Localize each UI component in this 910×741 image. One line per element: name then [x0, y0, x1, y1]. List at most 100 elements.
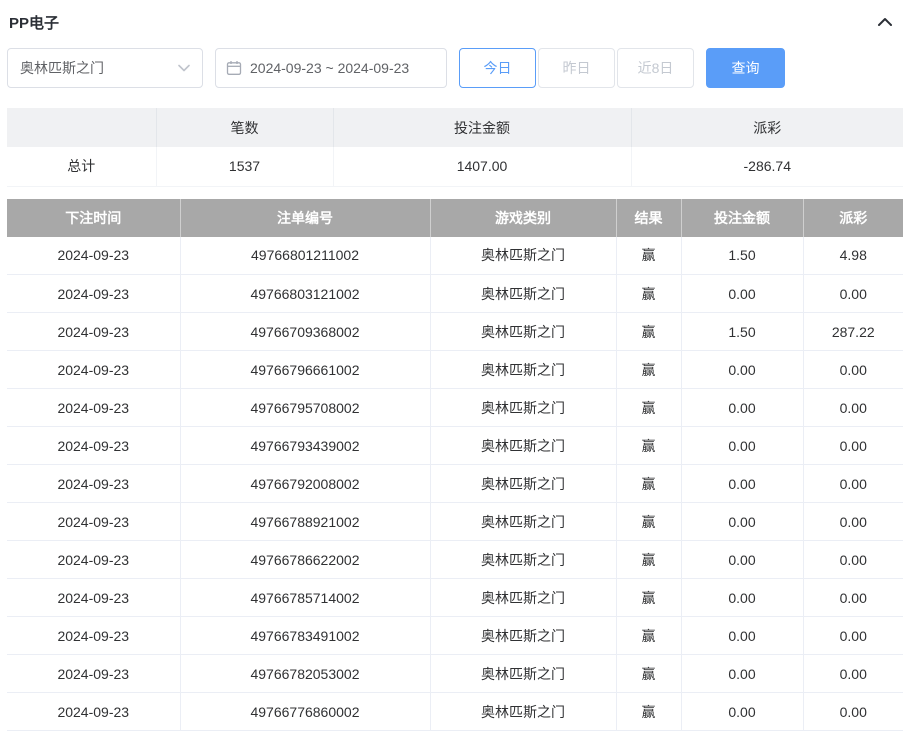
- query-button[interactable]: 查询: [706, 48, 785, 88]
- table-cell: 49766785714002: [180, 579, 430, 617]
- table-row: 2024-09-2349766795708002奥林匹斯之门赢0.000.00: [7, 389, 903, 427]
- table-cell: 奥林匹斯之门: [430, 617, 616, 655]
- yesterday-button[interactable]: 昨日: [538, 48, 615, 88]
- panel-title: PP电子: [9, 12, 59, 33]
- table-cell: 赢: [616, 275, 681, 313]
- table-cell: 赢: [616, 693, 681, 731]
- table-cell: 0.00: [681, 541, 803, 579]
- table-cell: 2024-09-23: [7, 275, 180, 313]
- table-cell: 0.00: [681, 503, 803, 541]
- table-cell: 49766792008002: [180, 465, 430, 503]
- table-cell: 0.00: [803, 655, 903, 693]
- table-cell: 0.00: [681, 275, 803, 313]
- table-cell: 0.00: [803, 617, 903, 655]
- table-row: 2024-09-2349766801211002奥林匹斯之门赢1.504.98: [7, 237, 903, 275]
- table-row: 2024-09-2349766709368002奥林匹斯之门赢1.50287.2…: [7, 313, 903, 351]
- table-cell: 49766783491002: [180, 617, 430, 655]
- table-cell: 赢: [616, 579, 681, 617]
- table-cell: 2024-09-23: [7, 465, 180, 503]
- table-cell: 0.00: [681, 655, 803, 693]
- table-cell: 奥林匹斯之门: [430, 427, 616, 465]
- table-cell: 49766782053002: [180, 655, 430, 693]
- table-cell: 0.00: [803, 503, 903, 541]
- table-cell: 赢: [616, 389, 681, 427]
- summary-payout-value: -286.74: [631, 147, 903, 186]
- date-range-input[interactable]: 2024-09-23 ~ 2024-09-23: [215, 48, 447, 88]
- table-cell: 赢: [616, 655, 681, 693]
- bet-records-table: 下注时间 注单编号 游戏类别 结果 投注金额 派彩 2024-09-234976…: [7, 199, 903, 732]
- header-bet-time: 下注时间: [7, 199, 180, 237]
- table-cell: 奥林匹斯之门: [430, 655, 616, 693]
- table-cell: 0.00: [803, 427, 903, 465]
- table-cell: 4.98: [803, 237, 903, 275]
- table-cell: 0.00: [681, 351, 803, 389]
- table-cell: 49766793439002: [180, 427, 430, 465]
- table-cell: 赢: [616, 351, 681, 389]
- summary-header-empty: [7, 108, 156, 147]
- collapse-panel-button[interactable]: [873, 13, 897, 31]
- header-payout: 派彩: [803, 199, 903, 237]
- table-cell: 赢: [616, 313, 681, 351]
- table-cell: 2024-09-23: [7, 541, 180, 579]
- summary-header-count: 笔数: [156, 108, 333, 147]
- table-cell: 奥林匹斯之门: [430, 503, 616, 541]
- table-row: 2024-09-2349766803121002奥林匹斯之门赢0.000.00: [7, 275, 903, 313]
- table-cell: 0.00: [681, 579, 803, 617]
- table-cell: 2024-09-23: [7, 351, 180, 389]
- table-cell: 0.00: [681, 693, 803, 731]
- table-cell: 赢: [616, 237, 681, 275]
- summary-header-bet: 投注金额: [333, 108, 631, 147]
- summary-header-row: 笔数 投注金额 派彩: [7, 108, 903, 147]
- chevron-up-icon: [877, 17, 893, 27]
- table-cell: 2024-09-23: [7, 503, 180, 541]
- table-cell: 49766709368002: [180, 313, 430, 351]
- table-cell: 49766796661002: [180, 351, 430, 389]
- filter-toolbar: 奥林匹斯之门 2024-09-23 ~ 2024-09-23 今日 昨日 近8日…: [7, 48, 903, 88]
- last-8-days-button[interactable]: 近8日: [617, 48, 694, 88]
- summary-total-row: 总计 1537 1407.00 -286.74: [7, 147, 903, 186]
- table-cell: 赢: [616, 465, 681, 503]
- table-cell: 奥林匹斯之门: [430, 693, 616, 731]
- table-cell: 0.00: [681, 389, 803, 427]
- table-cell: 0.00: [681, 617, 803, 655]
- table-cell: 赢: [616, 503, 681, 541]
- table-cell: 2024-09-23: [7, 237, 180, 275]
- table-cell: 奥林匹斯之门: [430, 579, 616, 617]
- table-cell: 2024-09-23: [7, 617, 180, 655]
- table-row: 2024-09-2349766786622002奥林匹斯之门赢0.000.00: [7, 541, 903, 579]
- table-cell: 2024-09-23: [7, 579, 180, 617]
- table-cell: 0.00: [803, 465, 903, 503]
- table-cell: 2024-09-23: [7, 427, 180, 465]
- header-result: 结果: [616, 199, 681, 237]
- table-cell: 0.00: [681, 427, 803, 465]
- table-cell: 49766795708002: [180, 389, 430, 427]
- table-row: 2024-09-2349766782053002奥林匹斯之门赢0.000.00: [7, 655, 903, 693]
- table-row: 2024-09-2349766792008002奥林匹斯之门赢0.000.00: [7, 465, 903, 503]
- date-range-value: 2024-09-23 ~ 2024-09-23: [250, 60, 409, 76]
- table-cell: 2024-09-23: [7, 655, 180, 693]
- table-cell: 2024-09-23: [7, 693, 180, 731]
- table-cell: 49766776860002: [180, 693, 430, 731]
- table-cell: 49766786622002: [180, 541, 430, 579]
- table-cell: 49766801211002: [180, 237, 430, 275]
- today-button[interactable]: 今日: [459, 48, 536, 88]
- table-cell: 奥林匹斯之门: [430, 389, 616, 427]
- table-cell: 奥林匹斯之门: [430, 541, 616, 579]
- table-cell: 287.22: [803, 313, 903, 351]
- pp-games-panel: PP电子 奥林匹斯之门 2024-09-23 ~ 2024-09-23 今日 昨…: [0, 0, 910, 731]
- table-cell: 49766788921002: [180, 503, 430, 541]
- table-row: 2024-09-2349766796661002奥林匹斯之门赢0.000.00: [7, 351, 903, 389]
- summary-header-payout: 派彩: [631, 108, 903, 147]
- table-header-row: 下注时间 注单编号 游戏类别 结果 投注金额 派彩: [7, 199, 903, 237]
- table-cell: 0.00: [803, 579, 903, 617]
- table-row: 2024-09-2349766785714002奥林匹斯之门赢0.000.00: [7, 579, 903, 617]
- table-cell: 0.00: [803, 693, 903, 731]
- table-cell: 2024-09-23: [7, 313, 180, 351]
- summary-total-label: 总计: [7, 147, 156, 186]
- table-cell: 2024-09-23: [7, 389, 180, 427]
- table-cell: 奥林匹斯之门: [430, 275, 616, 313]
- table-cell: 1.50: [681, 237, 803, 275]
- table-cell: 赢: [616, 541, 681, 579]
- table-cell: 1.50: [681, 313, 803, 351]
- game-select[interactable]: 奥林匹斯之门: [7, 48, 203, 88]
